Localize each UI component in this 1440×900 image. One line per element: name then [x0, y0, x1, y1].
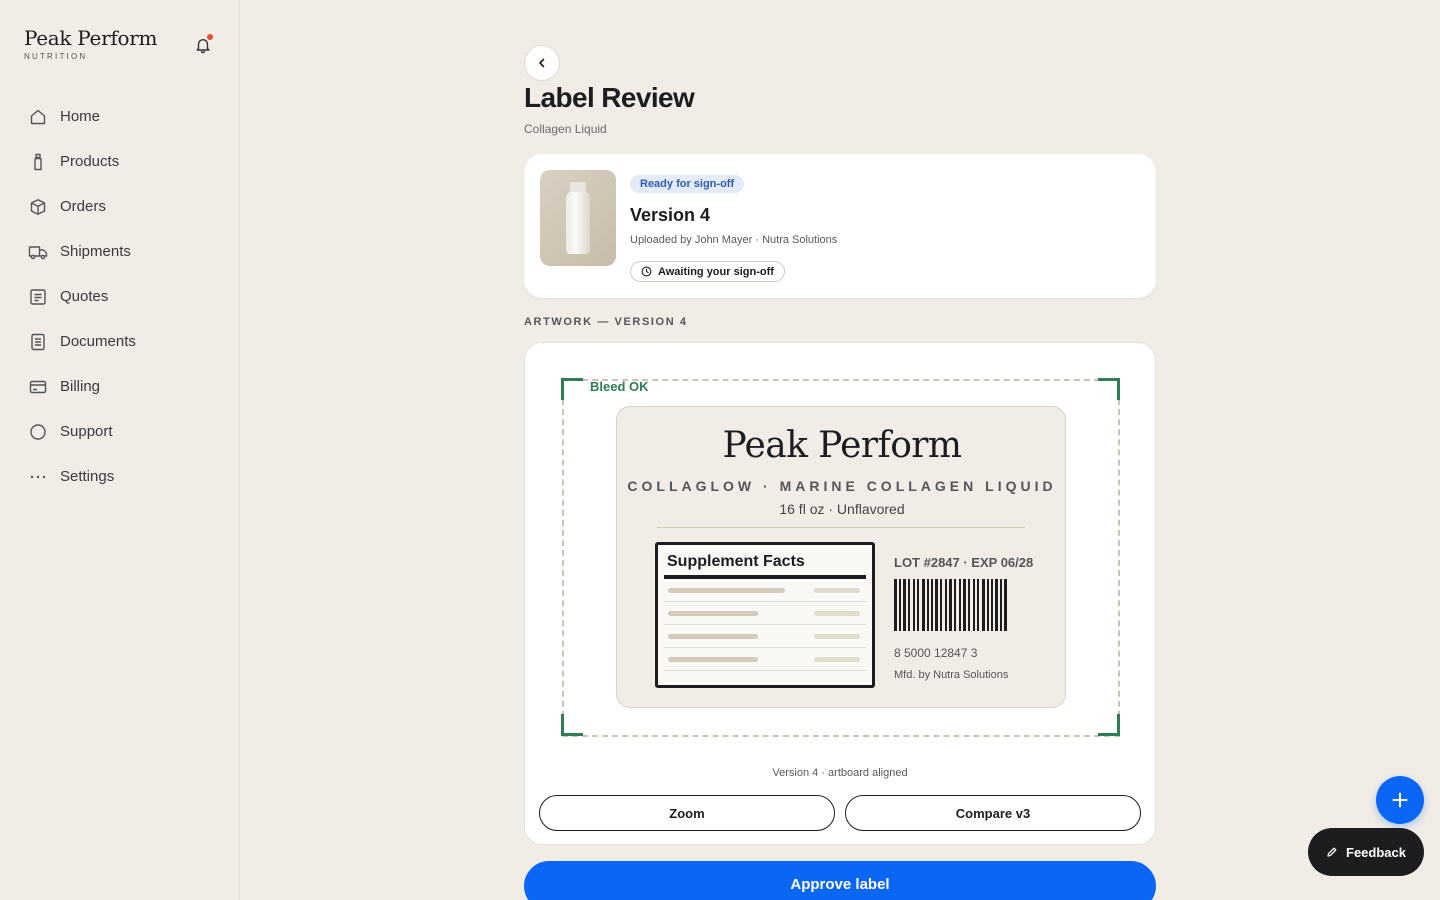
quote-icon	[30, 288, 46, 305]
facts-row	[664, 648, 866, 671]
compare-v3-button[interactable]: Compare v3	[845, 795, 1141, 831]
lot-expiry: LOT #2847 · EXP 06/28	[894, 555, 1034, 570]
awaiting-signoff-pill: Awaiting your sign-off	[630, 261, 785, 282]
crop-mark-top-left	[561, 378, 583, 400]
sidebar-item-home[interactable]: Home	[0, 94, 239, 139]
brand-subtitle: NUTRITION	[24, 52, 88, 61]
back-button[interactable]	[524, 45, 560, 81]
label-divider	[657, 527, 1025, 528]
facts-row	[664, 625, 866, 648]
chevron-left-icon	[539, 58, 545, 68]
sidebar-item-label: Settings	[60, 468, 115, 485]
sidebar-item-label: Home	[60, 108, 101, 125]
label-product-name: COLLAGLOW · MARINE COLLAGEN LIQUID	[627, 478, 1057, 494]
brand-name: Peak Perform	[24, 26, 158, 50]
version-title: Version 4	[630, 205, 711, 225]
clock-icon	[641, 266, 652, 277]
sidebar: Peak Perform NUTRITION Home Products Ord…	[0, 0, 240, 900]
artwork-card: Bleed OK Peak Perform COLLAGLOW · MARINE…	[524, 342, 1156, 845]
approve-label-button[interactable]: Approve label	[524, 861, 1156, 900]
page-subtitle: Collagen Liquid	[524, 122, 607, 136]
sidebar-item-orders[interactable]: Orders	[0, 184, 239, 229]
version-summary-card: Ready for sign-off Version 4 Uploaded by…	[524, 154, 1156, 298]
facts-row	[664, 579, 866, 602]
card-icon	[29, 380, 47, 393]
status-badge: Ready for sign-off	[630, 175, 745, 193]
sidebar-item-label: Orders	[60, 198, 106, 215]
box-icon	[30, 198, 46, 215]
crop-mark-bottom-right	[1098, 714, 1120, 736]
sidebar-item-label: Billing	[60, 378, 101, 395]
facts-row	[664, 602, 866, 625]
feedback-label: Feedback	[1346, 844, 1406, 860]
bottle-image	[566, 192, 590, 254]
plus-icon	[1392, 792, 1408, 808]
support-icon	[30, 423, 46, 440]
sidebar-item-label: Shipments	[60, 243, 131, 260]
sidebar-item-documents[interactable]: Documents	[0, 319, 239, 364]
manufacturer-line: Mfd. by Nutra Solutions	[894, 669, 1009, 681]
crop-mark-bottom-left	[561, 714, 583, 736]
sidebar-item-label: Support	[60, 423, 113, 440]
artwork-caption: Version 4 · artboard aligned	[772, 767, 908, 779]
uploaded-by: Uploaded by John Mayer · Nutra Solutions	[630, 234, 838, 246]
notification-dot	[207, 34, 213, 40]
barcode	[894, 579, 1007, 631]
sidebar-item-support[interactable]: Support	[0, 409, 239, 454]
bleed-status: Bleed OK	[590, 379, 649, 394]
pencil-icon	[1327, 847, 1337, 857]
sidebar-item-settings[interactable]: Settings	[0, 454, 239, 499]
sidebar-nav: Home Products Orders Shipments Quotes Do…	[0, 94, 239, 499]
zoom-button[interactable]: Zoom	[539, 795, 835, 831]
sidebar-item-billing[interactable]: Billing	[0, 364, 239, 409]
artwork-section-label: ARTWORK — VERSION 4	[524, 316, 688, 328]
sidebar-item-label: Products	[60, 153, 120, 170]
sidebar-item-quotes[interactable]: Quotes	[0, 274, 239, 319]
brand-logo[interactable]: Peak Perform NUTRITION	[24, 26, 157, 61]
label-brand: Peak Perform	[722, 425, 963, 466]
add-button[interactable]	[1376, 776, 1424, 824]
document-icon	[31, 333, 45, 350]
sidebar-item-label: Quotes	[60, 288, 109, 305]
sidebar-item-shipments[interactable]: Shipments	[0, 229, 239, 274]
bottle-icon	[34, 153, 42, 170]
more-icon	[30, 475, 46, 478]
product-thumbnail	[540, 170, 616, 266]
supplement-facts-title: Supplement Facts	[667, 553, 805, 570]
truck-icon	[28, 245, 48, 259]
crop-mark-top-right	[1098, 378, 1120, 400]
supplement-facts-panel: Supplement Facts	[655, 542, 875, 688]
sidebar-item-products[interactable]: Products	[0, 139, 239, 184]
sidebar-item-label: Documents	[60, 333, 136, 350]
awaiting-signoff-label: Awaiting your sign-off	[658, 265, 774, 278]
label-size: 16 fl oz · Unflavored	[779, 501, 905, 517]
feedback-button[interactable]: Feedback	[1308, 828, 1424, 876]
barcode-number: 8 5000 12847 3	[894, 646, 978, 660]
label-artwork[interactable]: Peak Perform COLLAGLOW · MARINE COLLAGEN…	[616, 406, 1066, 708]
page-title: Label Review	[524, 82, 695, 113]
home-icon	[30, 109, 46, 124]
